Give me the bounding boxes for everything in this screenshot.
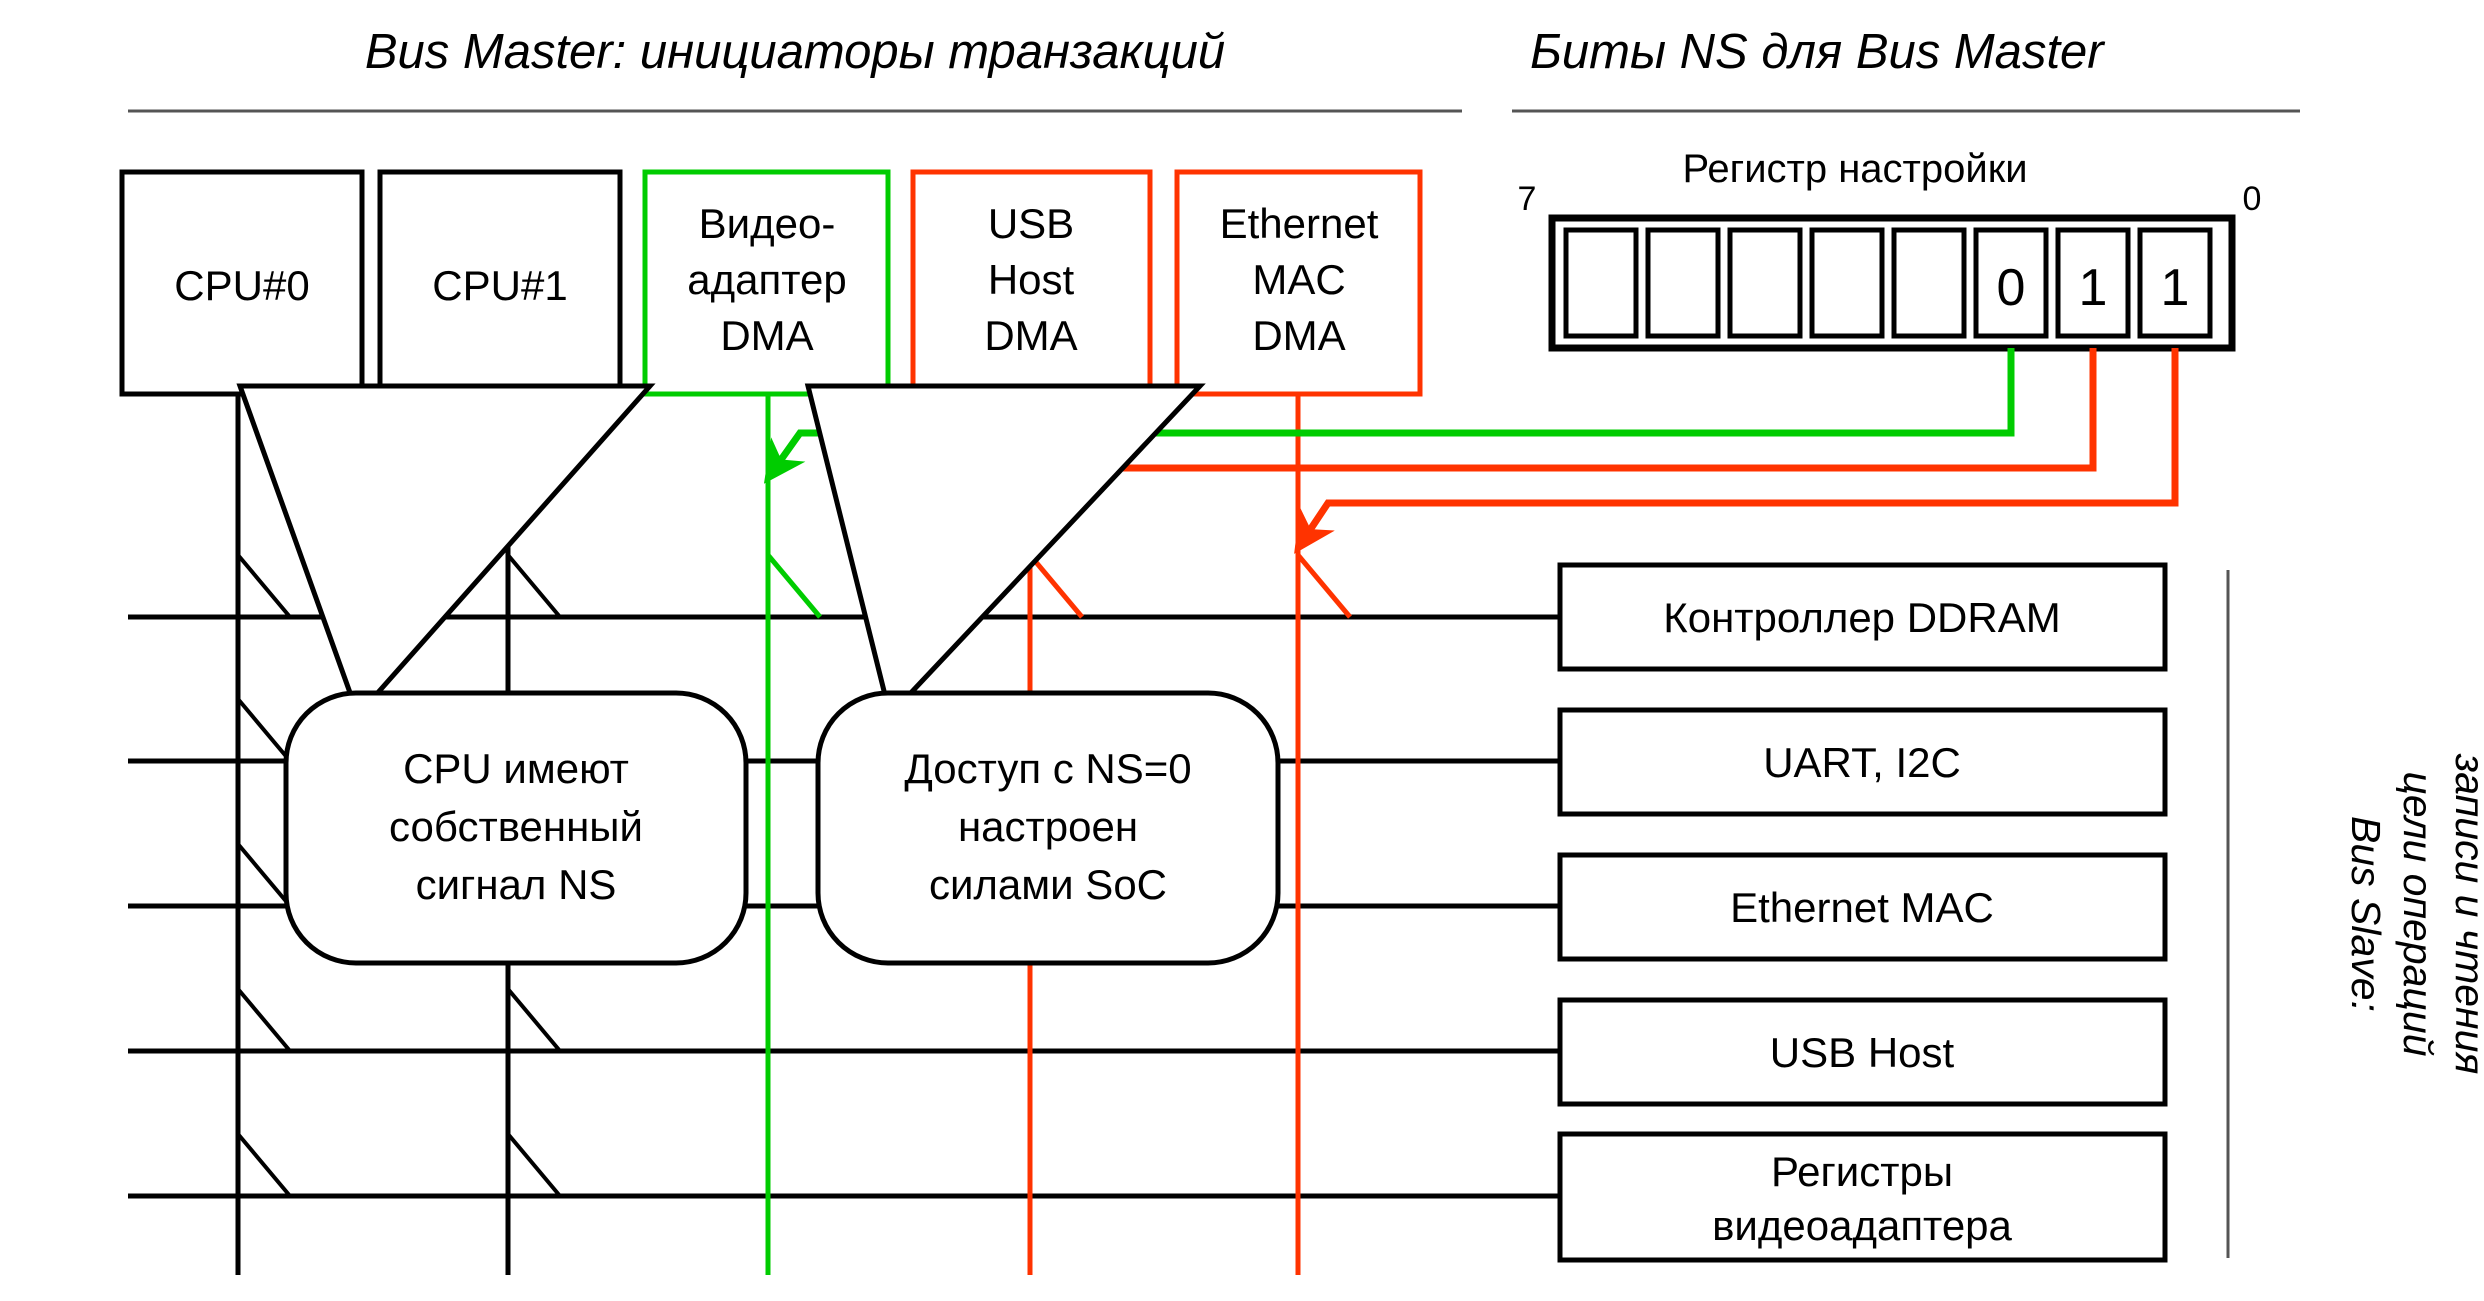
bus-slave-side-label: Bus Slave: цели операций записи и чтения [2226,570,2484,1258]
master-box-usb-label-1: USB [988,200,1074,247]
master-box-usb[interactable]: USB Host DMA [910,169,1153,397]
master-box-eth-label-2: MAC [1252,256,1345,303]
tap-cpu0-usbhost [236,987,292,1053]
config-register-cell-7-rect [1563,227,1639,339]
slave-box-usbhost[interactable]: USB Host [1557,997,2168,1107]
tap-cpu1-usbhost [506,987,562,1053]
master-box-video-label-2: адаптер [687,256,846,303]
master-box-eth-label-1: Ethernet [1220,200,1379,247]
config-register-cell-0[interactable]: 1 [2137,227,2213,339]
config-register-cell-3[interactable] [1891,227,1967,339]
master-box-eth[interactable]: Ethernet MAC DMA [1174,169,1423,397]
tap-cpu1-videoreg [506,1132,562,1198]
master-box-video-label-3: DMA [720,312,813,359]
config-register-msb-index: 7 [1518,180,1537,218]
callout-soc-ns-line-2: настроен [958,803,1138,850]
diagram-canvas: Bus Master: инициаторы транзакций Биты N… [0,0,2484,1301]
slave-box-usbhost-label: USB Host [1770,1029,1955,1076]
master-box-cpu0[interactable]: CPU#0 [119,169,365,397]
config-register-cell-3-rect [1891,227,1967,339]
tap-cpu1-ddram [506,553,562,619]
bus-slave-side-label-1: Bus Slave: [2343,816,2389,1012]
callout-soc-ns-pointer [804,383,1206,721]
master-box-video[interactable]: Видео- адаптер DMA [642,169,891,397]
soc-bus-diagram: Bus Master: инициаторы транзакций Биты N… [119,25,2484,1275]
config-register-cell-7[interactable] [1563,227,1639,339]
config-register-cell-6[interactable] [1645,227,1721,339]
callout-soc-ns[interactable]: Доступ с NS=0 настроен силами SoC [804,383,1281,966]
slave-box-uart-label: UART, I2C [1763,739,1961,786]
config-register-cell-4-rect [1809,227,1885,339]
master-box-cpu1[interactable]: CPU#1 [377,169,623,397]
callout-cpu-ns-line-1: CPU имеют [403,745,629,792]
slave-box-videoreg-label-1: Регистры [1771,1148,1953,1195]
config-register-cell-1[interactable]: 1 [2055,227,2131,339]
master-box-usb-label-2: Host [988,256,1075,303]
tap-usb-ddram [1028,553,1084,619]
master-box-eth-label-3: DMA [1252,312,1345,359]
bus-slave-side-label-2: цели операций [2395,771,2441,1056]
callout-cpu-ns[interactable]: CPU имеют собственный сигнал NS [236,383,749,966]
masters-header-group: Bus Master: инициаторы транзакций [128,25,1462,113]
config-register-lsb-index: 0 [2243,180,2262,218]
master-box-cpu0-label: CPU#0 [174,262,309,309]
config-register-cell-5-rect [1727,227,1803,339]
config-register-cell-4[interactable] [1809,227,1885,339]
config-register[interactable]: Регистр настройки 7 0 0 1 1 [1518,147,2262,352]
ns-route-eth [1294,348,2179,554]
tap-eth-ddram [1296,553,1352,619]
callout-cpu-ns-line-2: собственный [389,803,643,850]
master-box-cpu1-label: CPU#1 [432,262,567,309]
tap-cpu0-videoreg [236,1132,292,1198]
ns-bits-header-group: Биты NS для Bus Master [1512,25,2300,113]
callout-cpu-ns-pointer [236,383,656,720]
slave-box-videoreg[interactable]: Регистры видеоадаптера [1557,1131,2168,1263]
config-register-cell-6-rect [1645,227,1721,339]
config-register-cell-2[interactable]: 0 [1973,227,2049,339]
tap-cpu0-ethmac [236,842,292,908]
config-register-cell-1-value: 1 [2079,259,2108,317]
slave-box-ethmac-label: Ethernet MAC [1730,884,1994,931]
ns-bits-header-text: Биты NS для Bus Master [1530,25,2105,79]
config-register-cell-2-value: 0 [1997,259,2026,317]
masters-header-text: Bus Master: инициаторы транзакций [365,25,1225,79]
slave-box-uart[interactable]: UART, I2C [1557,707,2168,817]
master-box-usb-label-3: DMA [984,312,1077,359]
slave-box-ddram-label: Контроллер DDRAM [1663,594,2060,641]
slave-box-ddram[interactable]: Контроллер DDRAM [1557,562,2168,672]
callout-soc-ns-line-3: силами SoC [929,861,1167,908]
slave-box-videoreg-label-2: видеоадаптера [1712,1202,2012,1249]
master-box-video-label-1: Видео- [699,200,836,247]
tap-video-ddram [766,553,822,619]
tap-cpu0-ddram [236,553,292,619]
config-register-cell-5[interactable] [1727,227,1803,339]
config-register-caption: Регистр настройки [1682,147,2027,191]
callout-cpu-ns-line-3: сигнал NS [416,861,617,908]
config-register-cell-0-value: 1 [2161,259,2190,317]
slave-box-ethmac[interactable]: Ethernet MAC [1557,852,2168,962]
callout-soc-ns-line-1: Доступ с NS=0 [904,745,1191,792]
bus-slave-side-label-3: записи и чтения [2447,753,2484,1075]
tap-cpu0-uart [236,697,292,763]
